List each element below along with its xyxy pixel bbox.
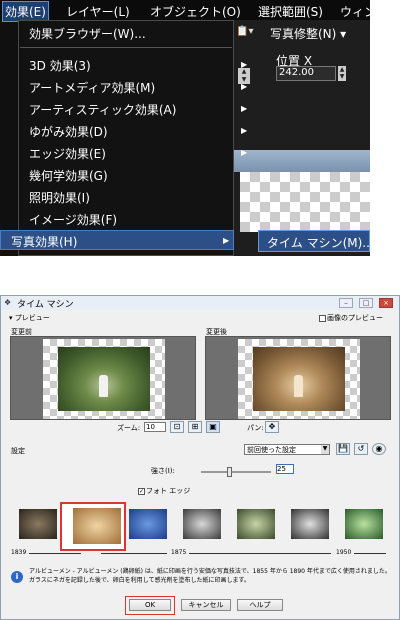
submenu-arrow-icon: ▶ — [241, 148, 248, 157]
zoom-label: ズーム: — [117, 424, 141, 432]
reset-icon[interactable]: ↺ — [354, 443, 368, 455]
menu-item-artistic[interactable]: アーティスティック効果(A) — [29, 101, 176, 118]
strength-slider-thumb[interactable] — [227, 467, 232, 477]
title-bar: ❖ タイム マシン – □ × — [1, 296, 399, 310]
eye-icon[interactable]: ◉ — [372, 443, 386, 455]
menu-item-image[interactable]: イメージ効果(F) — [29, 211, 117, 228]
chevron-down-icon: ▼ — [321, 445, 329, 454]
strength-slider-track[interactable] — [201, 471, 271, 473]
submenu-arrow-icon: ▶ — [241, 170, 248, 179]
zoom-actual-icon[interactable]: ⊞ — [188, 421, 202, 433]
submenu-arrow-icon: ▶ — [241, 192, 248, 201]
era-thumbnail[interactable] — [19, 509, 57, 539]
close-icon[interactable]: × — [379, 298, 393, 308]
menu-item-effect-browser[interactable]: 効果ブラウザー(W)... — [29, 25, 146, 42]
transparent-canvas — [240, 172, 370, 232]
menu-item-photo-effects[interactable]: 写真効果(H) ▶ — [0, 230, 234, 250]
menu-selection[interactable]: 選択範囲(S) — [258, 3, 323, 20]
child-figure — [294, 375, 303, 397]
settings-label: 設定 — [11, 447, 25, 455]
save-preset-icon[interactable]: 💾 — [336, 443, 350, 455]
info-description: アルビューメン - アルビューメン (鶏卵紙) は、紙に印画を行う安価な写真技法… — [29, 568, 391, 584]
timeline-line — [29, 553, 81, 554]
menu-screenshot: 効果(E) レイヤー(L) オブジェクト(O) 選択範囲(S) ウィン 📋▾ 写… — [0, 0, 370, 256]
menu-bar: 効果(E) レイヤー(L) オブジェクト(O) 選択範囲(S) ウィン — [0, 0, 370, 22]
era-thumbnail-albumen[interactable] — [73, 508, 121, 544]
submenu-time-machine[interactable]: タイム マシン(M)... — [258, 230, 370, 252]
menu-window[interactable]: ウィン — [340, 3, 370, 20]
zoom-fit-icon[interactable]: ⊡ — [170, 421, 184, 433]
cancel-button[interactable]: キャンセル — [181, 599, 231, 611]
era-thumbnail[interactable] — [237, 509, 275, 539]
image-preview-checkbox[interactable]: 画像のプレビュー — [319, 313, 383, 323]
zoom-input[interactable]: 10 — [144, 422, 166, 432]
pan-label: パン: — [247, 424, 264, 432]
preset-select[interactable]: 前回使った設定 ▼ — [244, 444, 330, 455]
info-icon: i — [11, 571, 23, 583]
menu-separator — [20, 47, 232, 48]
child-figure — [99, 375, 108, 397]
submenu-time-machine-label: タイム マシン(M)... — [267, 236, 370, 250]
dialog-title: タイム マシン — [17, 300, 74, 310]
menu-item-distortion[interactable]: ゆがみ効果(D) — [29, 123, 108, 140]
copy-icon[interactable]: 📋▾ — [236, 26, 266, 42]
era-thumbnail[interactable] — [291, 509, 329, 539]
submenu-arrow-icon: ▶ — [223, 236, 230, 245]
photo-edge-label: フォト エッジ — [146, 487, 191, 495]
preview-toggle-label: プレビュー — [14, 314, 50, 322]
timeline-line — [101, 553, 167, 554]
minimize-icon[interactable]: – — [339, 298, 353, 308]
menu-layer[interactable]: レイヤー(L) — [66, 3, 130, 20]
submenu-arrow-icon: ▶ — [241, 60, 248, 69]
timeline-line — [189, 553, 331, 554]
zoom-preview-icon[interactable]: ▣ — [206, 421, 220, 433]
menu-item-lighting[interactable]: 照明効果(I) — [29, 189, 90, 206]
timeline-year-mid: 1875 — [171, 549, 187, 556]
maximize-icon[interactable]: □ — [359, 298, 373, 308]
help-button[interactable]: ヘルプ — [237, 599, 283, 611]
preview-checker — [238, 339, 360, 419]
after-preview-panel[interactable] — [205, 336, 391, 420]
era-thumbnail[interactable] — [345, 509, 383, 539]
canvas-titlebar — [234, 150, 370, 172]
menu-item-photo-effects-label: 写真効果(H) — [11, 235, 78, 249]
preview-toggle[interactable]: ▾ プレビュー — [9, 313, 50, 323]
before-photo — [58, 347, 150, 411]
checkbox-icon — [319, 314, 326, 322]
menu-item-art-media[interactable]: アートメディア効果(M) — [29, 79, 155, 96]
menu-item-geometric[interactable]: 幾何学効果(G) — [29, 167, 108, 184]
position-spinner[interactable]: ▲ ▼ — [338, 66, 346, 81]
effects-dropdown: 効果ブラウザー(W)... 3D 効果(3) ▶ アートメディア効果(M) ▶ … — [18, 20, 247, 256]
before-preview-panel[interactable] — [10, 336, 196, 420]
submenu-arrow-icon: ▶ — [241, 104, 248, 113]
pan-icon[interactable]: ✥ — [265, 421, 279, 433]
timeline-arrow — [354, 553, 386, 554]
menu-item-edge[interactable]: エッジ効果(E) — [29, 145, 106, 162]
preset-value: 前回使った設定 — [247, 446, 296, 454]
menu-item-3d[interactable]: 3D 効果(3) — [29, 57, 91, 74]
app-icon: ❖ — [4, 298, 12, 307]
photo-edge-checkbox[interactable]: ✓ フォト エッジ — [138, 486, 190, 496]
strength-label: 強さ(I): — [151, 467, 175, 475]
time-machine-dialog: ❖ タイム マシン – □ × ▾ プレビュー 画像のプレビュー 変更前 変更後… — [0, 295, 400, 620]
preview-checker — [43, 339, 165, 419]
photo-fix-label: 写真修整(N) — [270, 27, 337, 41]
submenu-arrow-icon: ▶ — [241, 214, 248, 223]
checkbox-checked-icon: ✓ — [138, 487, 145, 495]
menu-object[interactable]: オブジェクト(O) — [150, 3, 241, 20]
timeline-year-end: 1950 — [336, 549, 352, 556]
strength-input[interactable]: 25 — [276, 464, 294, 474]
submenu-arrow-icon: ▶ — [241, 82, 248, 91]
era-thumbnail[interactable] — [129, 509, 167, 539]
after-photo — [253, 347, 345, 411]
image-preview-label: 画像のプレビュー — [327, 314, 383, 322]
era-thumbnail[interactable] — [183, 509, 221, 539]
photo-fix-menu[interactable]: 写真修整(N) ▾ — [270, 25, 346, 42]
position-x-input[interactable]: 242.00 — [276, 66, 336, 81]
submenu-arrow-icon: ▶ — [241, 126, 248, 135]
timeline-year-start: 1839 — [11, 549, 27, 556]
menu-effects[interactable]: 効果(E) — [2, 1, 49, 22]
ok-button[interactable]: OK — [129, 599, 171, 611]
